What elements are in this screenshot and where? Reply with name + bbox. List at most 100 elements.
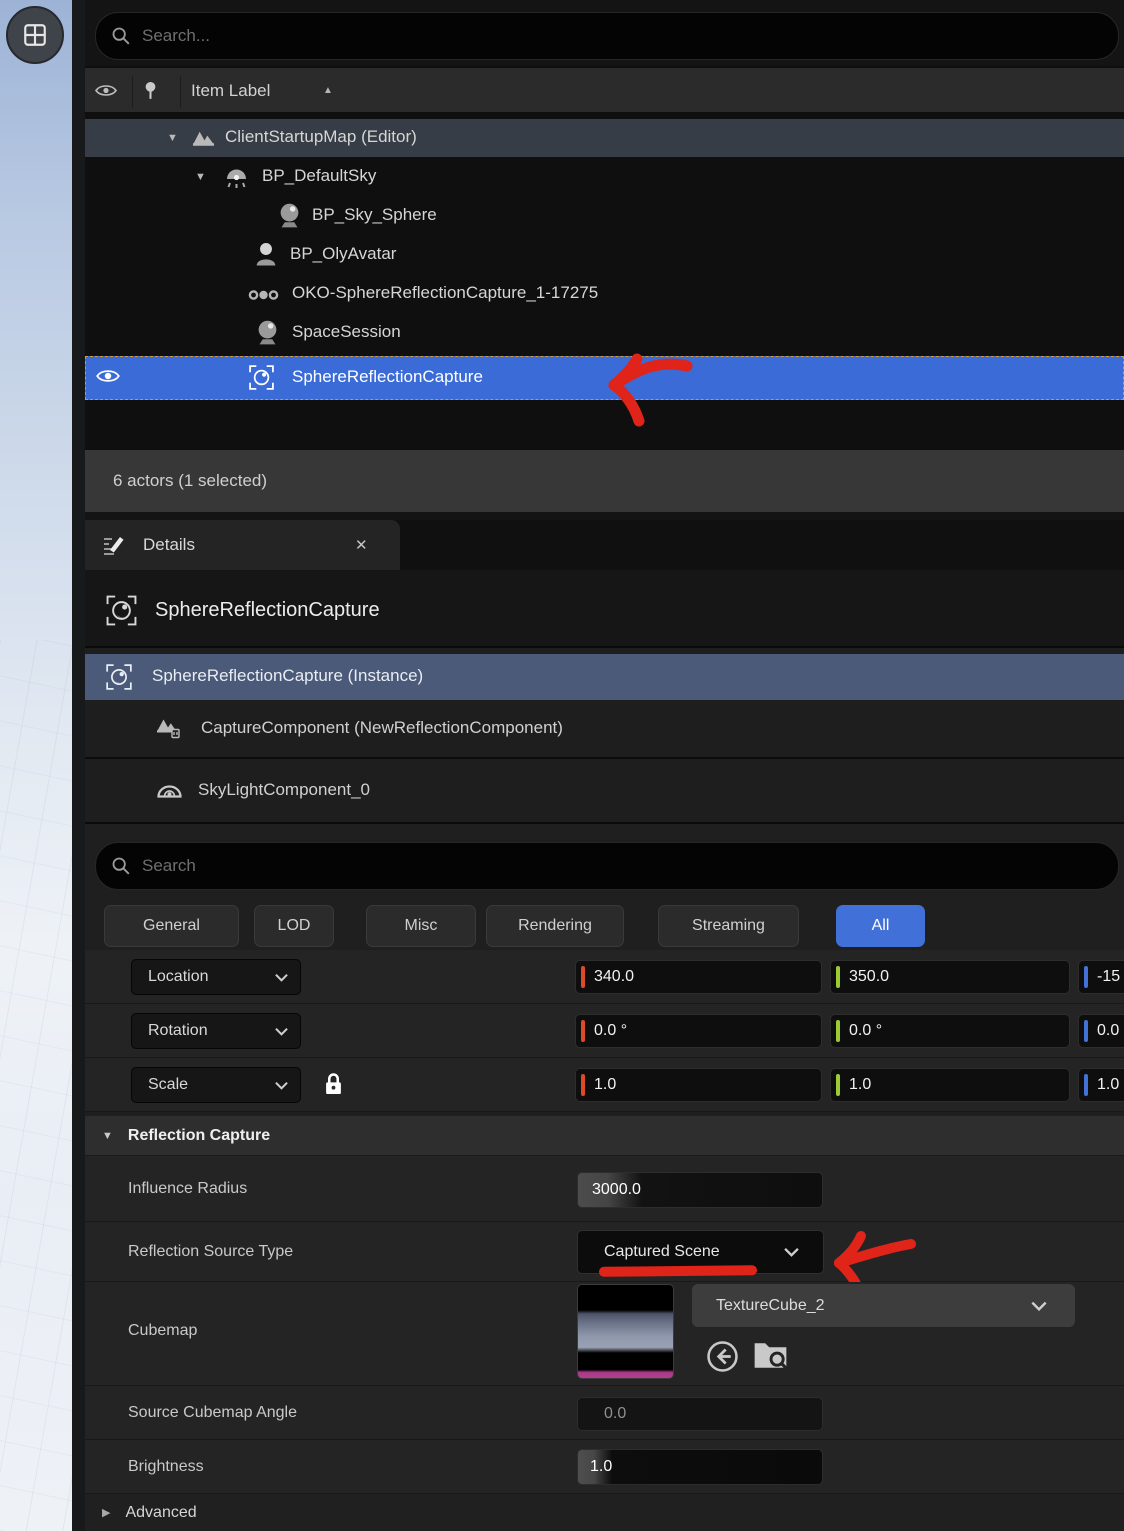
filter-button-streaming[interactable]: Streaming bbox=[658, 905, 799, 947]
tree-row-bp-olyavatar[interactable]: BP_OlyAvatar bbox=[85, 236, 1124, 274]
actor-count-text: 6 actors (1 selected) bbox=[113, 471, 267, 491]
tree-row-oko-spherereflectioncapture[interactable]: OKO-SphereReflectionCapture_1-17275 bbox=[85, 275, 1124, 313]
details-tab-bar: Details ✕ bbox=[85, 520, 1124, 570]
component-row-capturecomponent[interactable]: CaptureComponent (NewReflectionComponent… bbox=[85, 706, 1124, 750]
tree-item-label[interactable]: BP_DefaultSky bbox=[262, 166, 376, 186]
search-icon bbox=[110, 855, 132, 877]
advanced-expander[interactable]: ▶ Advanced bbox=[85, 1494, 1124, 1531]
outliner-status-bar: 6 actors (1 selected) bbox=[85, 450, 1124, 512]
object-name: SphereReflectionCapture bbox=[155, 599, 380, 622]
section-reflection-capture[interactable]: ▼ Reflection Capture bbox=[85, 1116, 1124, 1156]
pin-column-icon[interactable] bbox=[143, 79, 158, 104]
scale-z-field[interactable]: 1.0 bbox=[1078, 1068, 1124, 1102]
component-label[interactable]: SkyLightComponent_0 bbox=[198, 780, 370, 800]
property-label: Influence Radius bbox=[128, 1180, 247, 1198]
rotation-dropdown[interactable]: Rotation bbox=[131, 1013, 301, 1049]
outliner-search-input[interactable]: Search... bbox=[95, 12, 1119, 60]
brightness-input[interactable]: 1.0 bbox=[577, 1449, 823, 1485]
property-label: Brightness bbox=[128, 1458, 204, 1476]
property-label: Source Cubemap Angle bbox=[128, 1404, 297, 1422]
y-axis-bar bbox=[836, 1020, 840, 1042]
scale-dropdown[interactable]: Scale bbox=[131, 1067, 301, 1103]
outliner-column-header: Item Label ▲ bbox=[85, 66, 1124, 114]
filter-button-all[interactable]: All bbox=[836, 905, 925, 947]
y-axis-bar bbox=[836, 1074, 840, 1096]
avatar-icon bbox=[255, 241, 277, 268]
property-row-source-cubemap-angle: Source Cubemap Angle 0.0 bbox=[85, 1386, 1124, 1440]
panel-divider bbox=[72, 0, 85, 1531]
sphere-actor-icon bbox=[277, 202, 302, 230]
transform-row-rotation: Rotation 0.0 ° 0.0 ° 0.0 bbox=[85, 1004, 1124, 1058]
property-label: Reflection Source Type bbox=[128, 1243, 293, 1261]
chevron-expanded-icon[interactable]: ▼ bbox=[195, 171, 206, 183]
chevron-collapsed-icon: ▶ bbox=[102, 1506, 110, 1519]
component-divider bbox=[85, 757, 1124, 759]
tree-row-clientstartupmap[interactable]: ▼ ClientStartupMap (Editor) bbox=[85, 119, 1124, 157]
z-axis-bar bbox=[1084, 1020, 1088, 1042]
tree-item-label[interactable]: ClientStartupMap (Editor) bbox=[225, 127, 417, 147]
transform-row-location: Location 340.0 350.0 -15 bbox=[85, 950, 1124, 1004]
sort-ascending-icon[interactable]: ▲ bbox=[323, 85, 333, 96]
tree-item-label[interactable]: BP_OlyAvatar bbox=[290, 244, 396, 264]
unreal-editor-screen: Search... Item Label ▲ ▼ ClientStartupMa… bbox=[0, 0, 1124, 1531]
rotation-y-field[interactable]: 0.0 ° bbox=[830, 1014, 1070, 1048]
filter-button-misc[interactable]: Misc bbox=[366, 905, 476, 947]
reflection-source-type-dropdown[interactable]: Captured Scene bbox=[577, 1230, 824, 1274]
cubemap-thumbnail[interactable] bbox=[577, 1284, 674, 1379]
filter-button-lod[interactable]: LOD bbox=[254, 905, 334, 947]
rotation-z-field[interactable]: 0.0 bbox=[1078, 1014, 1124, 1048]
component-label[interactable]: CaptureComponent (NewReflectionComponent… bbox=[201, 718, 563, 738]
tree-item-label[interactable]: SpaceSession bbox=[292, 322, 401, 342]
outliner-search-placeholder: Search... bbox=[142, 26, 210, 46]
details-icon bbox=[101, 533, 125, 557]
component-label[interactable]: SphereReflectionCapture (Instance) bbox=[152, 666, 423, 686]
filter-button-general[interactable]: General bbox=[104, 905, 239, 947]
location-z-field[interactable]: -15 bbox=[1078, 960, 1124, 994]
chevron-expanded-icon[interactable]: ▼ bbox=[167, 132, 178, 144]
scale-x-field[interactable]: 1.0 bbox=[575, 1068, 822, 1102]
rotation-x-field[interactable]: 0.0 ° bbox=[575, 1014, 822, 1048]
viewport-grid-button[interactable] bbox=[6, 6, 64, 64]
tree-row-spacesession[interactable]: SpaceSession bbox=[85, 314, 1124, 352]
right-docked-panels: Search... Item Label ▲ ▼ ClientStartupMa… bbox=[85, 0, 1124, 1531]
component-row-skylightcomponent[interactable]: SkyLightComponent_0 bbox=[85, 768, 1124, 812]
tab-details[interactable]: Details ✕ bbox=[85, 520, 400, 570]
reflection-capture-icon bbox=[248, 364, 275, 391]
location-x-field[interactable]: 340.0 bbox=[575, 960, 822, 994]
browse-to-asset-icon[interactable] bbox=[752, 1338, 789, 1371]
close-icon[interactable]: ✕ bbox=[355, 536, 368, 554]
lock-icon[interactable] bbox=[324, 1072, 343, 1096]
reflection-capture-icon bbox=[105, 594, 138, 627]
skylight-component-icon bbox=[156, 781, 183, 799]
influence-radius-input[interactable]: 3000.0 bbox=[577, 1172, 823, 1208]
z-axis-bar bbox=[1084, 1074, 1088, 1096]
component-row-instance[interactable]: SphereReflectionCapture (Instance) bbox=[85, 654, 1124, 700]
tree-item-label[interactable]: OKO-SphereReflectionCapture_1-17275 bbox=[292, 283, 598, 303]
cubemap-asset-dropdown[interactable]: TextureCube_2 bbox=[692, 1284, 1075, 1327]
x-axis-bar bbox=[581, 966, 585, 988]
tree-item-label[interactable]: SphereReflectionCapture bbox=[292, 367, 483, 387]
sky-light-icon bbox=[223, 164, 250, 190]
key-icon bbox=[248, 288, 279, 302]
tree-row-bp-sky-sphere[interactable]: BP_Sky_Sphere bbox=[85, 197, 1124, 235]
tree-row-spherereflectioncapture-selected[interactable]: SphereReflectionCapture bbox=[85, 356, 1124, 400]
source-cubemap-angle-input[interactable]: 0.0 bbox=[577, 1397, 823, 1431]
use-selected-asset-icon[interactable] bbox=[706, 1340, 739, 1373]
item-label-column-header[interactable]: Item Label bbox=[191, 81, 270, 101]
details-search-input[interactable]: Search bbox=[95, 842, 1119, 890]
tree-row-bp-defaultsky[interactable]: ▼ BP_DefaultSky bbox=[85, 158, 1124, 196]
level-icon bbox=[192, 128, 215, 148]
visibility-eye-icon[interactable] bbox=[95, 367, 121, 385]
filter-button-rendering[interactable]: Rendering bbox=[486, 905, 624, 947]
visibility-column-eye-icon[interactable] bbox=[94, 82, 118, 99]
advanced-label: Advanced bbox=[125, 1504, 196, 1522]
y-axis-bar bbox=[836, 966, 840, 988]
location-dropdown[interactable]: Location bbox=[131, 959, 301, 995]
property-row-brightness: Brightness 1.0 bbox=[85, 1440, 1124, 1494]
component-tree: SphereReflectionCapture (Instance) Captu… bbox=[85, 646, 1124, 824]
scale-y-field[interactable]: 1.0 bbox=[830, 1068, 1070, 1102]
reflection-capture-icon bbox=[105, 663, 133, 691]
tree-item-label[interactable]: BP_Sky_Sphere bbox=[312, 205, 437, 225]
location-y-field[interactable]: 350.0 bbox=[830, 960, 1070, 994]
transform-label: Rotation bbox=[148, 1022, 208, 1040]
